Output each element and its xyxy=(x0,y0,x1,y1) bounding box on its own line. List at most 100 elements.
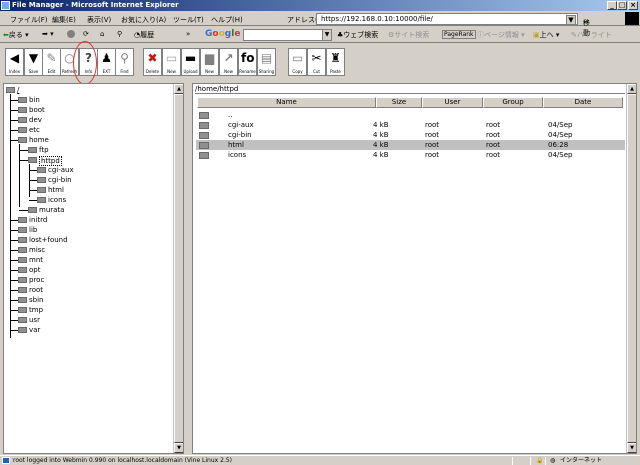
column-header-name[interactable]: Name xyxy=(197,97,376,108)
toolbar-btn-new-folder[interactable]: ▆ New xyxy=(200,48,219,76)
back-button[interactable]: ⬅戻る ▾ xyxy=(3,30,29,40)
home-button[interactable]: ⌂ xyxy=(100,30,104,38)
menu-help[interactable]: ヘルプ(H) xyxy=(211,15,243,25)
chevron-down-icon[interactable]: ▼ xyxy=(566,15,576,25)
pagerank-indicator: PageRank xyxy=(442,30,476,39)
toolbar-btn-upload[interactable]: ▬ Upload xyxy=(181,48,200,76)
rename-icon: fo xyxy=(241,51,255,65)
folder-icon xyxy=(28,147,37,153)
home-icon: ⌂ xyxy=(100,30,105,38)
lock-icon: 🔒 xyxy=(536,457,544,464)
menu-tools[interactable]: ツール(T) xyxy=(173,15,204,25)
toolbar-btn-delete[interactable]: ✖ Delete xyxy=(143,48,162,76)
annotation-circle xyxy=(73,41,97,85)
folder-icon xyxy=(18,107,27,113)
site-search-button[interactable]: ⚙サイト検索 xyxy=(388,30,429,40)
folder-icon xyxy=(18,317,27,323)
title-bar: File Manager - Microsoft Internet Explor… xyxy=(0,0,640,11)
toolbar-btn-cut[interactable]: ✂ Cut xyxy=(307,48,326,76)
stop-button[interactable] xyxy=(67,30,75,38)
folder-up-icon: ▣ xyxy=(533,31,540,39)
scrollbar-thumb[interactable] xyxy=(174,94,183,443)
file-row-parent[interactable]: .. xyxy=(196,110,625,120)
google-dropdown[interactable]: ▼ xyxy=(322,29,332,41)
forward-button[interactable]: ➡ ▾ xyxy=(42,30,54,38)
search-icon: ⚲ xyxy=(117,30,123,38)
folder-icon xyxy=(199,152,209,159)
scroll-down-arrow[interactable]: ▼ xyxy=(174,443,183,453)
menu-file[interactable]: ファイル(F) xyxy=(10,15,48,25)
current-path: /home/httpd xyxy=(195,85,625,94)
folder-icon xyxy=(6,87,15,93)
file-toolbar: ◀ Index ▼ Save ✎ Edit ○ Refresh ? Info ♟ EXT ⚲… xyxy=(4,48,638,78)
up-button[interactable]: ▣上へ ▾ xyxy=(533,30,559,40)
column-header-group[interactable]: Group xyxy=(483,97,543,108)
toolbar-btn-save[interactable]: ▼ Save xyxy=(24,48,43,76)
column-header-date[interactable]: Date xyxy=(543,97,623,108)
file-row-cgi-bin[interactable]: cgi-bin 4 kB root root 04/Sep xyxy=(196,130,625,140)
menu-bar: ファイル(F) 編集(E) 表示(V) お気に入り(A) ツール(T) ヘルプ(… xyxy=(0,12,640,37)
close-button[interactable]: × xyxy=(628,1,638,10)
windows-logo xyxy=(625,12,639,25)
stop-icon xyxy=(67,30,75,38)
folder-icon xyxy=(18,227,27,233)
folder-icon xyxy=(37,177,46,183)
folder-icon xyxy=(199,112,209,119)
folder-icon xyxy=(18,277,27,283)
toolbar-btn-find[interactable]: ⚲ Find xyxy=(115,48,134,76)
new-link-icon: ↗ xyxy=(223,51,234,65)
toolbar-btn-new-file[interactable]: ▭ New xyxy=(162,48,181,76)
folder-icon xyxy=(18,97,27,103)
scroll-down-arrow[interactable]: ▼ xyxy=(627,443,636,453)
google-search-input[interactable] xyxy=(243,29,323,41)
file-row-html[interactable]: html 4 kB root root 06:28 xyxy=(196,140,625,150)
refresh-button[interactable]: ⟳ xyxy=(83,30,89,38)
toolbar-btn-copy[interactable]: ▭ Copy xyxy=(288,48,307,76)
folder-icon xyxy=(18,297,27,303)
folder-icon xyxy=(18,237,27,243)
web-search-button[interactable]: ♣ウェブ検索 xyxy=(337,30,378,40)
window-title: File Manager - Microsoft Internet Explor… xyxy=(12,1,179,9)
folder-icon xyxy=(18,287,27,293)
toolbar-btn-edit[interactable]: ✎ Edit xyxy=(42,48,61,76)
file-list-panel: /home/httpd Name Size User Group Date ..… xyxy=(192,83,637,454)
toolbar-chevron[interactable]: » xyxy=(186,30,190,38)
copy-icon: ▭ xyxy=(291,51,304,65)
tree-scrollbar[interactable]: ▲ ▼ xyxy=(173,84,183,453)
toolbar-btn-ext[interactable]: ♟ EXT xyxy=(97,48,116,76)
toolbar-btn-index[interactable]: ◀ Index xyxy=(5,48,24,76)
folder-icon xyxy=(37,197,46,203)
scroll-up-arrow[interactable]: ▲ xyxy=(174,84,183,94)
menu-edit[interactable]: 編集(E) xyxy=(52,15,76,25)
directory-tree: / bin boot dev etc home ftp httpd cgi-au… xyxy=(3,83,184,454)
status-bar: root logged into Webmin 0.990 on localho… xyxy=(0,455,640,465)
search-nav-button[interactable]: ⚲ xyxy=(117,30,122,38)
file-row-cgi-aux[interactable]: cgi-aux 4 kB root root 04/Sep xyxy=(196,120,625,130)
search-icon: ⚲ xyxy=(120,51,129,65)
address-input[interactable]: https://192.168.0.10:10000/file/ xyxy=(316,13,578,25)
file-row-icons[interactable]: icons 4 kB root root 04/Sep xyxy=(196,150,625,160)
delete-x-icon: ✖ xyxy=(147,51,158,65)
history-button[interactable]: ◔履歴 xyxy=(134,30,154,40)
zone-label: インターネット xyxy=(560,457,603,464)
file-list-scrollbar[interactable]: ▲ ▼ xyxy=(626,84,636,453)
toolbar-btn-new-link[interactable]: ↗ New xyxy=(219,48,238,76)
highlight-button[interactable]: ✎ハイライト xyxy=(571,30,612,40)
column-header-size[interactable]: Size xyxy=(376,97,422,108)
minimize-button[interactable]: _ xyxy=(607,1,617,10)
google-logo: Google xyxy=(205,29,241,39)
menu-favorites[interactable]: お気に入り(A) xyxy=(121,15,166,25)
maximize-button[interactable]: □ xyxy=(617,1,627,10)
folder-icon xyxy=(28,207,37,213)
toolbar-btn-rename[interactable]: fo Rename xyxy=(238,48,257,76)
column-header-user[interactable]: User xyxy=(422,97,483,108)
info-icon: ⓘ xyxy=(477,31,484,39)
toolbar-btn-sharing[interactable]: ▤ Sharing xyxy=(257,48,276,76)
folder-icon xyxy=(18,257,27,263)
menu-view[interactable]: 表示(V) xyxy=(87,15,111,25)
page-info-button[interactable]: ⓘページ情報 ▾ xyxy=(477,30,525,40)
scrollbar-thumb[interactable] xyxy=(627,94,636,443)
new-folder-icon: ▆ xyxy=(204,51,215,65)
toolbar-btn-paste[interactable]: ♜ Paste xyxy=(326,48,345,76)
scroll-up-arrow[interactable]: ▲ xyxy=(627,84,636,94)
